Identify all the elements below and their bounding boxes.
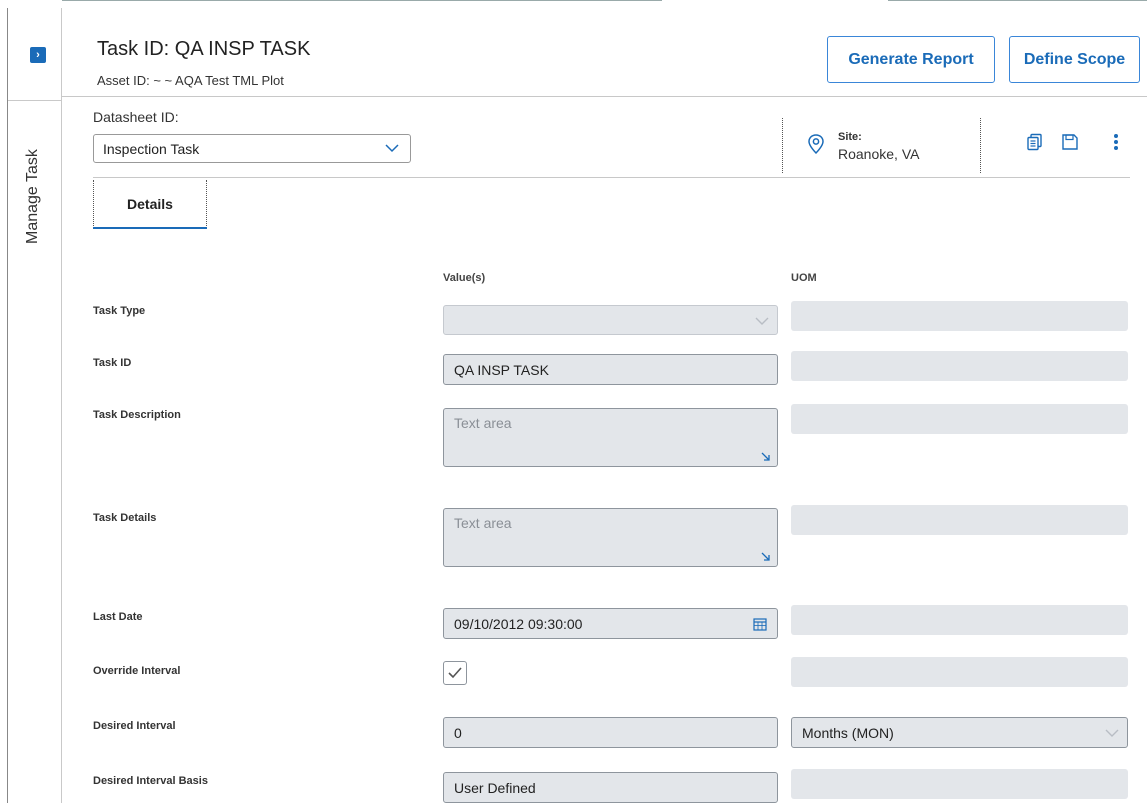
chevron-down-icon [755, 317, 769, 325]
window-top-edge [0, 0, 1147, 12]
override-interval-checkbox[interactable] [443, 661, 467, 685]
desired-interval-input[interactable]: 0 [443, 717, 778, 748]
task-id-value: QA INSP TASK [454, 361, 549, 378]
datasheet-select[interactable]: Inspection Task [93, 134, 411, 163]
save-icon[interactable] [1061, 133, 1079, 151]
last-date-label: Last Date [93, 611, 143, 623]
side-rail: › Manage Task [8, 8, 62, 803]
desired-interval-uom-select[interactable]: Months (MON) [791, 717, 1128, 748]
header-divider [62, 96, 1147, 97]
define-scope-button[interactable]: Define Scope [1009, 36, 1140, 83]
task-description-textarea[interactable]: Text area [443, 408, 778, 467]
copy-icon[interactable] [1026, 133, 1044, 151]
task-type-select [443, 305, 778, 335]
desired-interval-label: Desired Interval [93, 720, 176, 732]
chevron-right-icon: › [36, 48, 40, 61]
more-vertical-icon[interactable] [1112, 133, 1120, 151]
resize-handle-icon[interactable] [761, 452, 771, 462]
override-interval-label: Override Interval [93, 665, 181, 677]
override-interval-uom [791, 657, 1128, 687]
desired-interval-value: 0 [454, 724, 462, 741]
desired-interval-basis-input[interactable]: User Defined [443, 772, 778, 803]
rail-divider [8, 100, 62, 101]
task-id-input[interactable]: QA INSP TASK [443, 354, 778, 385]
task-description-placeholder: Text area [454, 415, 512, 431]
section-divider [93, 177, 1130, 178]
task-details-textarea[interactable]: Text area [443, 508, 778, 567]
desired-interval-basis-value: User Defined [454, 779, 536, 796]
manage-task-label[interactable]: Manage Task [24, 149, 42, 244]
toolbar-separator [980, 118, 981, 173]
last-date-value: 09/10/2012 09:30:00 [454, 615, 583, 632]
generate-report-button[interactable]: Generate Report [827, 36, 995, 83]
task-details-placeholder: Text area [454, 515, 512, 531]
task-details-uom [791, 505, 1128, 535]
chevron-down-icon [385, 144, 399, 153]
toolbar-separator [782, 118, 783, 173]
calendar-icon[interactable] [753, 617, 767, 631]
tab-details[interactable]: Details [93, 180, 207, 228]
task-description-label: Task Description [93, 409, 181, 421]
site-value: Roanoke, VA [838, 146, 920, 162]
uom-column-header: UOM [791, 272, 817, 284]
page-title: Task ID: QA INSP TASK [97, 38, 311, 60]
location-pin-icon [808, 134, 824, 155]
task-description-uom [791, 404, 1128, 434]
site-label: Site: [838, 131, 862, 143]
datasheet-label: Datasheet ID: [93, 109, 179, 125]
last-date-uom [791, 605, 1128, 635]
asset-subtitle: Asset ID: ~ ~ AQA Test TML Plot [97, 73, 284, 88]
task-type-uom [791, 301, 1128, 331]
resize-handle-icon[interactable] [761, 552, 771, 562]
active-tab-indicator [93, 227, 207, 229]
task-type-label: Task Type [93, 305, 146, 317]
chevron-down-icon [1105, 729, 1119, 737]
expand-rail-button[interactable]: › [30, 47, 46, 63]
task-id-label: Task ID [93, 357, 132, 369]
task-id-uom [791, 351, 1128, 381]
checkmark-icon [448, 667, 462, 679]
desired-interval-uom-value: Months (MON) [802, 724, 894, 741]
last-date-input[interactable]: 09/10/2012 09:30:00 [443, 608, 778, 639]
desired-interval-basis-label: Desired Interval Basis [93, 775, 208, 787]
task-details-label: Task Details [93, 512, 157, 524]
desired-interval-basis-uom [791, 769, 1128, 799]
datasheet-selected-value: Inspection Task [103, 140, 200, 157]
values-column-header: Value(s) [443, 272, 486, 284]
